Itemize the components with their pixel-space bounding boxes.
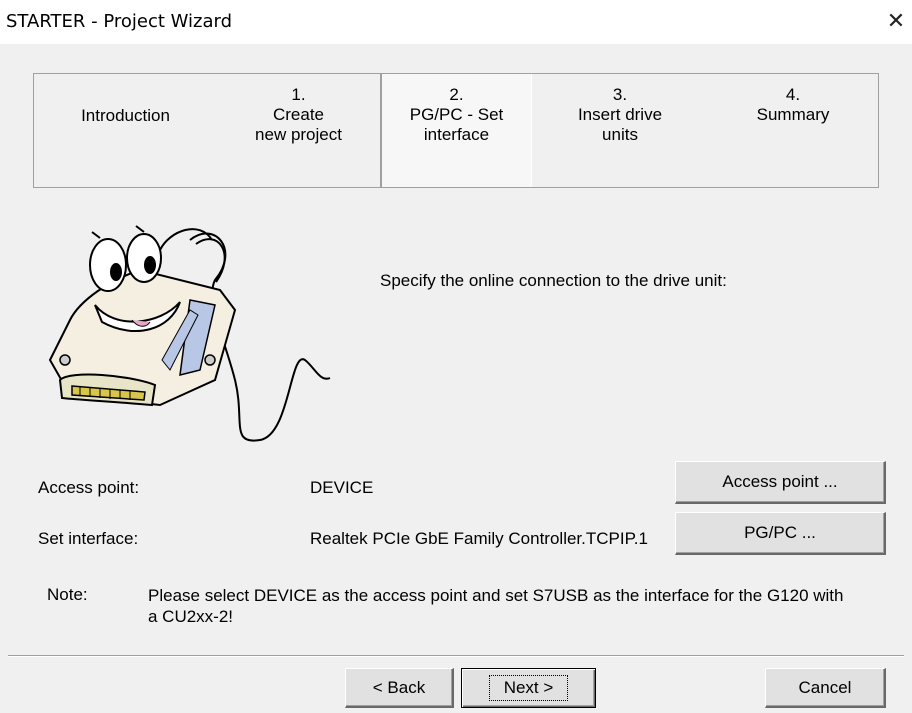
cancel-button[interactable]: Cancel xyxy=(765,668,886,708)
step-number: 1. xyxy=(291,85,306,104)
cable-connector-mascot-icon xyxy=(48,225,331,442)
step-label: Summary xyxy=(756,105,830,124)
step-summary: 4. Summary xyxy=(708,74,878,187)
interface-value: Realtek PCIe GbE Family Controller.TCPIP… xyxy=(310,529,648,548)
step-set-interface: 2. PG/PC - Set interface xyxy=(380,74,532,187)
step-label: Create new project xyxy=(255,105,342,144)
step-label: PG/PC - Set interface xyxy=(409,105,504,144)
step-create-project: 1. Create new project xyxy=(217,74,380,187)
note-text: Please select DEVICE as the access point… xyxy=(148,586,844,626)
step-introduction: Introduction xyxy=(34,74,217,187)
step-label: Introduction xyxy=(81,106,170,125)
note-label: Note: xyxy=(47,585,88,604)
step-label: Insert drive units xyxy=(577,105,663,144)
wizard-steps: Introduction 1. Create new project 2. PG… xyxy=(33,73,879,188)
instruction-text: Specify the online connection to the dri… xyxy=(380,271,727,290)
set-interface-label: Set interface: xyxy=(38,529,139,548)
close-icon[interactable]: ✕ xyxy=(880,8,912,36)
step-insert-drive-units: 3. Insert drive units xyxy=(532,74,708,187)
footer-divider-highlight xyxy=(8,656,904,657)
title-bar: STARTER - Project Wizard ✕ xyxy=(0,0,912,44)
back-button[interactable]: < Back xyxy=(345,668,454,708)
access-point-label: Access point: xyxy=(38,478,140,497)
step-number: 3. xyxy=(612,85,628,104)
step-number: 2. xyxy=(449,85,464,104)
next-button[interactable]: Next > xyxy=(461,668,596,708)
access-point-button[interactable]: Access point ... xyxy=(675,461,886,504)
next-button-label: Next > xyxy=(488,675,569,701)
window-title: STARTER - Project Wizard xyxy=(6,11,233,32)
step-number: 4. xyxy=(785,85,801,104)
access-point-value: DEVICE xyxy=(310,478,374,497)
pg-pc-button[interactable]: PG/PC ... xyxy=(675,512,886,555)
